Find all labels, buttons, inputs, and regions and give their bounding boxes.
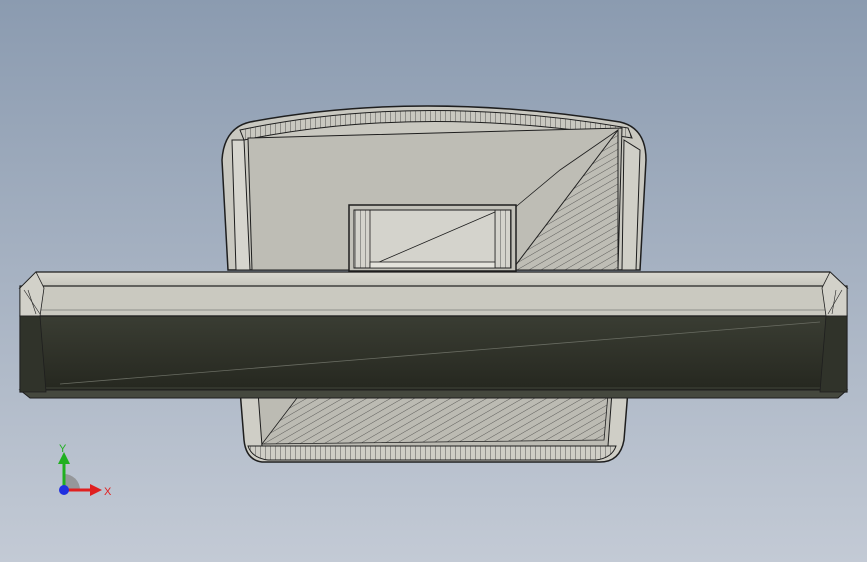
window-opening[interactable] [348,204,517,272]
main-bar[interactable] [18,271,849,399]
y-axis-label: Y [59,443,67,455]
cad-model[interactable] [0,0,867,562]
z-axis-dot [59,485,69,495]
lower-housing[interactable] [239,389,629,463]
graphics-viewport[interactable]: Y X [0,0,867,562]
coordinate-triad: Y X [58,443,112,498]
x-axis-arrowhead [90,484,102,496]
x-axis-label: X [104,486,112,498]
